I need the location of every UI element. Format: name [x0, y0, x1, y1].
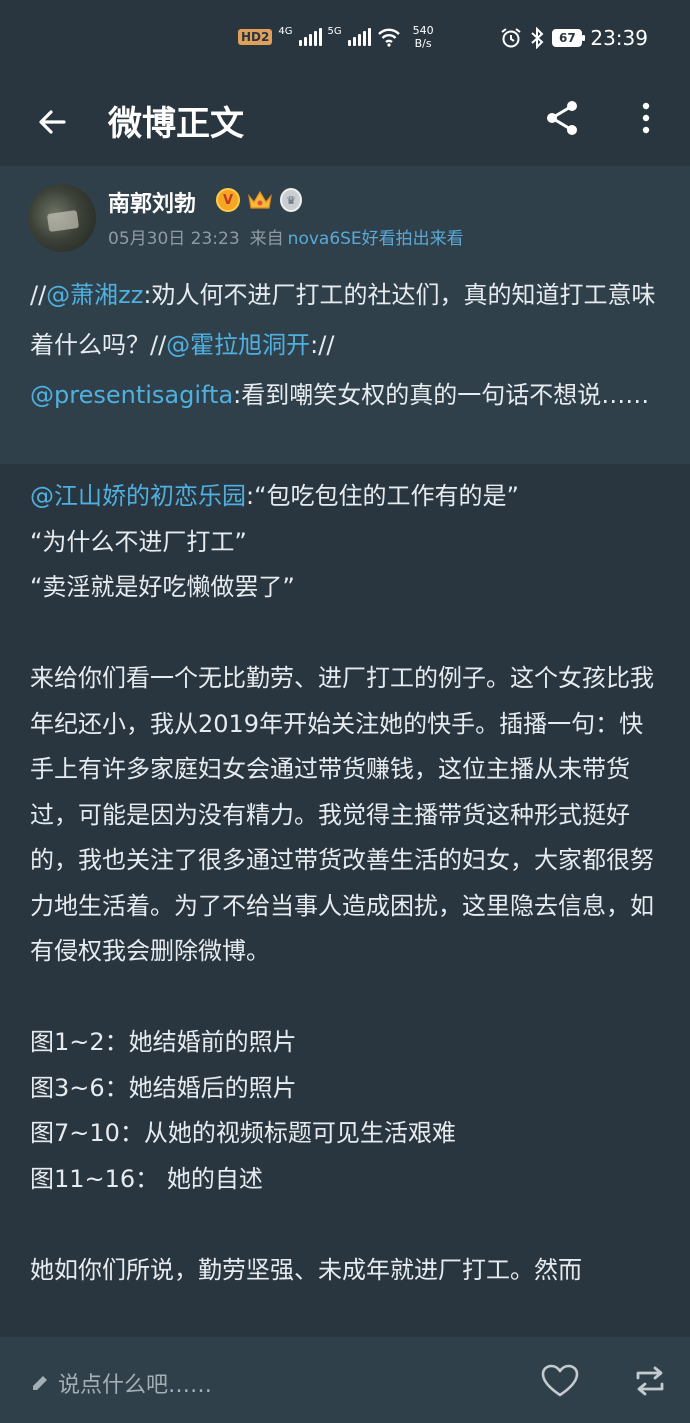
network-type-4g: 4G: [278, 25, 293, 37]
quote-text: “为什么不进厂打工”: [30, 527, 247, 556]
avatar[interactable]: [28, 184, 96, 252]
post-source-link[interactable]: nova6SE好看拍出来看: [288, 224, 464, 249]
image-list-item: 图1~2：她结婚前的照片: [30, 1028, 297, 1056]
repost-separator: ://: [310, 331, 335, 359]
bluetooth-icon: [531, 27, 544, 49]
top-app-bar: 微博正文: [0, 82, 690, 166]
post-meta: 05月30日 23:23 来自 nova6SE好看拍出来看: [108, 224, 464, 249]
clock: 23:39: [590, 26, 648, 50]
author-name[interactable]: 南郭刘勃: [108, 186, 196, 218]
comment-placeholder: 说点什么吧……: [58, 1373, 213, 1398]
wifi-icon: [377, 28, 400, 47]
bottom-action-bar: 说点什么吧……: [0, 1337, 690, 1423]
back-button[interactable]: [30, 100, 74, 144]
alarm-icon: [501, 28, 521, 48]
image-list-item: 图11~16： 她的自述: [30, 1164, 263, 1193]
heart-icon: [541, 1364, 579, 1397]
image-list-item: 图3~6：她结婚后的照片: [30, 1073, 297, 1102]
share-icon: [547, 101, 577, 135]
hd-volte-badge: HD2: [238, 29, 273, 45]
network-status: HD2 4G 5G 540 B/s: [238, 24, 434, 50]
verified-badge-icon: V: [216, 188, 240, 212]
author-badges: V ♛: [216, 188, 302, 212]
repost-chain-text: //@萧湘zz:劝人何不进厂打工的社达们，真的知道打工意味着什么吗？//@霍拉旭…: [30, 270, 660, 420]
body-paragraph: 她如你们所说，勤劳坚强、未成年就进厂打工。然而: [30, 1255, 582, 1284]
medal-icon: ♛: [280, 188, 302, 212]
page-title: 微博正文: [108, 104, 244, 144]
repost-button[interactable]: [630, 1361, 670, 1401]
network-speed: 540 B/s: [412, 24, 434, 50]
share-button[interactable]: [540, 96, 584, 140]
more-button[interactable]: [628, 96, 664, 140]
post-date: 05月30日 23:23: [108, 229, 240, 249]
weibo-detail-screen: HD2 4G 5G 540 B/s 67 23:39 微博正文 南郭刘勃 V ♛…: [0, 0, 690, 1423]
mention-link[interactable]: @霍拉旭洞开: [166, 331, 310, 359]
more-vertical-icon: [642, 102, 650, 134]
signal-bars-icon: [347, 28, 371, 46]
like-button[interactable]: [540, 1361, 580, 1401]
quote-text: :“包吃包住的工作有的是”: [246, 482, 519, 510]
mention-link[interactable]: @presentisagifta: [30, 381, 233, 409]
comment-input[interactable]: 说点什么吧……: [30, 1367, 212, 1399]
quote-text: “卖淫就是好吃懒做罢了”: [30, 573, 295, 601]
mention-link[interactable]: @萧湘zz: [46, 281, 143, 309]
system-status: 67 23:39: [500, 26, 648, 50]
mention-link[interactable]: @江山娇的初恋乐园: [30, 482, 246, 510]
image-list-item: 图7~10：从她的视频标题可见生活艰难: [30, 1119, 456, 1147]
arrow-left-icon: [39, 110, 66, 134]
repost-icon: [636, 1366, 664, 1396]
battery-indicator: 67: [552, 29, 586, 47]
post-source-prefix: 来自: [249, 229, 284, 249]
network-type-5g: 5G: [327, 25, 342, 37]
repost-comment: :看到嘲笑女权的真的一句话不想说……: [233, 381, 650, 409]
original-post-body: @江山娇的初恋乐园:“包吃包住的工作有的是” “为什么不进厂打工” “卖淫就是好吃懒…: [30, 474, 662, 1293]
body-line: @江山娇的初恋乐园:“包吃包住的工作有的是”: [30, 474, 662, 520]
signal-bars-icon: [298, 28, 322, 46]
status-bar: HD2 4G 5G 540 B/s 67 23:39: [0, 0, 690, 82]
pencil-icon: [33, 1376, 47, 1390]
body-paragraph: 来给你们看一个无比勤劳、进厂打工的例子。这个女孩比我年纪还小，我从2019年开始…: [30, 664, 654, 965]
crown-icon: [246, 188, 274, 212]
repost-separator: //: [30, 281, 47, 309]
